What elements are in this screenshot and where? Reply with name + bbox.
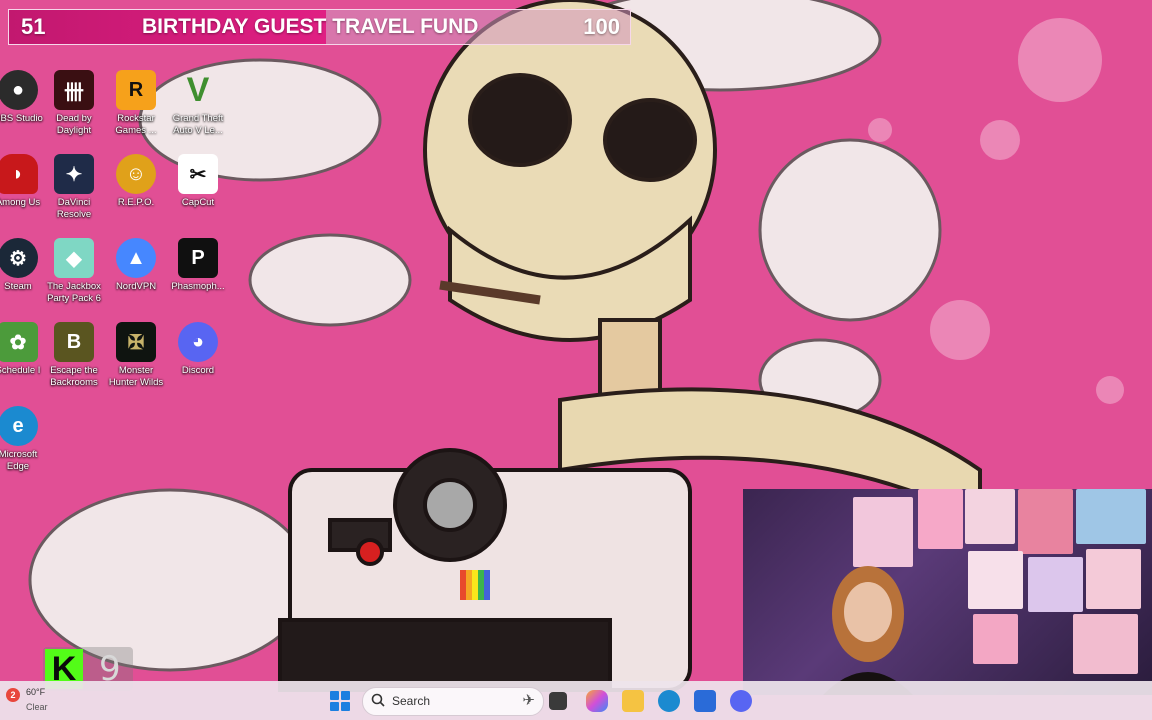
desktop-icon-label: Escape the Backrooms: [50, 365, 98, 388]
desktop-icon-label: Rockstar Games ...: [115, 113, 157, 136]
desktop-icon-label: NordVPN: [115, 281, 157, 292]
desktop-icon-label: R.E.P.O.: [117, 197, 155, 208]
among-us-icon: ◗: [0, 154, 38, 194]
desktop-icon-discord[interactable]: ◕ Discord: [166, 318, 230, 402]
desktop-icon-label: The Jackbox Party Pack 6: [47, 281, 101, 304]
desktop-icon-monster-hunter[interactable]: ✠ Monster Hunter Wilds: [104, 318, 168, 402]
capcut-icon: ✂: [178, 154, 218, 194]
webcam-overlay: [743, 489, 1152, 695]
goal-target-value: 100: [583, 14, 620, 39]
schedule-i-icon: ✿: [0, 322, 38, 362]
copilot-icon[interactable]: [586, 690, 608, 712]
edge-icon: e: [0, 406, 38, 446]
search-highlight-icon: ✈: [522, 692, 535, 709]
store-icon[interactable]: [694, 690, 716, 712]
rockstar-icon: R: [116, 70, 156, 110]
desktop-icon-label: Discord: [181, 365, 215, 376]
search-icon: [371, 693, 385, 707]
discord-taskbar-icon[interactable]: [730, 690, 752, 712]
desktop-icon-jackbox[interactable]: ◆ The Jackbox Party Pack 6: [42, 234, 106, 318]
steam-icon: ⚙: [0, 238, 38, 278]
desktop-icon-phasmophobia[interactable]: P Phasmoph...: [166, 234, 230, 318]
phasmophobia-icon: P: [178, 238, 218, 278]
goal-title: BIRTHDAY GUEST TRAVEL FUND: [142, 15, 479, 38]
monster-hunter-icon: ✠: [116, 322, 156, 362]
desktop-icon-edge[interactable]: e Microsoft Edge: [0, 402, 50, 486]
nordvpn-icon: ▲: [116, 238, 156, 278]
weather-widget[interactable]: 2 60°F Clear: [4, 684, 64, 718]
task-view-icon[interactable]: [549, 692, 567, 710]
desktop-icon-repo[interactable]: ☺ R.E.P.O.: [104, 150, 168, 234]
repo-icon: ☺: [116, 154, 156, 194]
desktop-icon-label: Phasmoph...: [171, 281, 225, 292]
desktop-icon-label: Microsoft Edge: [0, 449, 38, 472]
desktop-icon-davinci[interactable]: ✦ DaVinci Resolve: [42, 150, 106, 234]
desktop-icon-gta-v[interactable]: V Grand Theft Auto V Le...: [166, 66, 230, 150]
goal-current-value: 51: [21, 14, 46, 39]
desktop-icon-label: DaVinci Resolve: [56, 197, 92, 220]
weather-temperature: 60°F: [26, 687, 46, 697]
jackbox-icon: ◆: [54, 238, 94, 278]
file-explorer-icon[interactable]: [622, 690, 644, 712]
taskbar-search[interactable]: Search ✈: [362, 687, 544, 716]
desktop-icon-escape-backrooms[interactable]: B Escape the Backrooms: [42, 318, 106, 402]
desktop-icon-nordvpn[interactable]: ▲ NordVPN: [104, 234, 168, 318]
desktop-icon-label: Monster Hunter Wilds: [108, 365, 164, 388]
discord-icon: ◕: [178, 322, 218, 362]
weather-condition: Clear: [26, 702, 48, 712]
search-placeholder: Search: [392, 694, 431, 708]
start-button[interactable]: [330, 691, 350, 711]
obs-icon: ●: [0, 70, 38, 110]
desktop-icon-label: Dead by Daylight: [56, 113, 92, 136]
dead-by-daylight-icon: 卌: [54, 70, 94, 110]
gta-v-icon: V: [186, 70, 210, 109]
escape-backrooms-icon: B: [54, 322, 94, 362]
streamer-figure: [823, 566, 913, 695]
desktop-icon-label: Grand Theft Auto V Le...: [172, 113, 224, 136]
davinci-resolve-icon: ✦: [54, 154, 94, 194]
desktop-icon-capcut[interactable]: ✂ CapCut: [166, 150, 230, 234]
taskbar: 2 60°F Clear Search ✈: [0, 681, 1152, 720]
edge-browser-icon[interactable]: [658, 690, 680, 712]
weather-alert-icon: 2: [6, 688, 20, 702]
desktop-icon-rockstar[interactable]: R Rockstar Games ...: [104, 66, 168, 150]
goal-progress-bar: 51 BIRTHDAY GUEST TRAVEL FUND 100: [8, 9, 631, 45]
desktop-icon-dead-by-daylight[interactable]: 卌 Dead by Daylight: [42, 66, 106, 150]
desktop-icon-label: CapCut: [181, 197, 215, 208]
